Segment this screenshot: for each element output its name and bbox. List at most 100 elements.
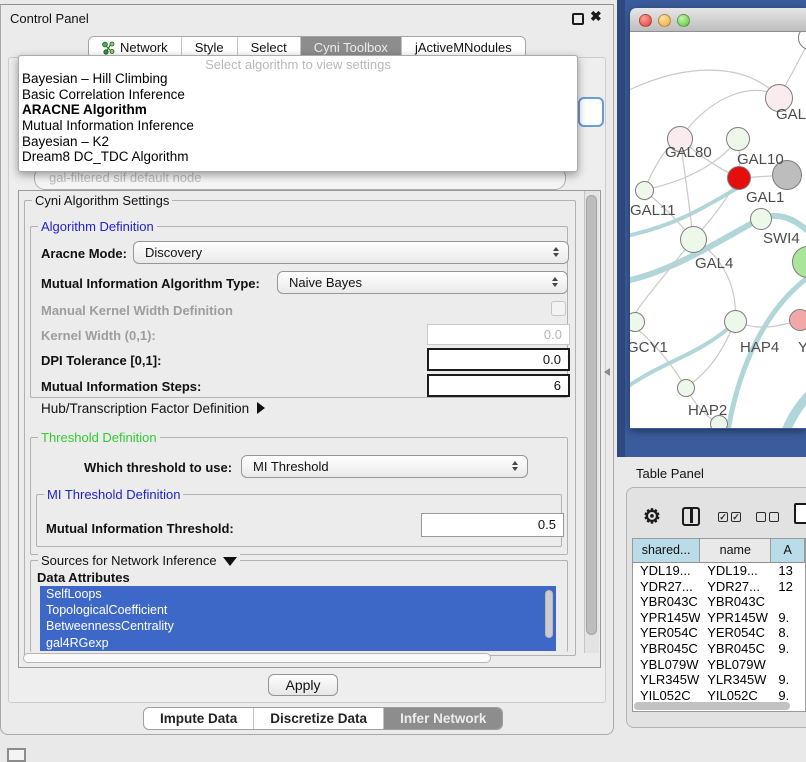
cell: YLR345W xyxy=(633,672,700,688)
cell xyxy=(771,657,805,673)
network-node-hap2[interactable] xyxy=(677,379,695,397)
mi-threshold-label: Mutual Information Threshold: xyxy=(46,521,234,536)
attribute-item[interactable]: SelfLoops xyxy=(40,586,556,602)
dropdown-item[interactable]: Dream8 DC_TDC Algorithm xyxy=(19,149,577,165)
network-node-hap4[interactable] xyxy=(724,310,747,333)
attribute-item[interactable]: BetweennessCentrality xyxy=(40,618,556,634)
tab-infer-network-label: Infer Network xyxy=(400,711,486,726)
gear-icon[interactable]: ⚙ xyxy=(643,504,661,529)
table-row[interactable]: YPR145WYPR145W9. xyxy=(633,610,805,626)
mi-threshold-field[interactable]: 0.5 xyxy=(421,513,564,537)
hub-section-toggle[interactable]: Hub/Transcription Factor Definition xyxy=(41,401,265,416)
document-icon[interactable] xyxy=(794,503,806,524)
table-row[interactable]: YER054CYER054C8. xyxy=(633,625,805,641)
columns-icon[interactable] xyxy=(682,507,700,526)
unchecked-checkbox-icon[interactable] xyxy=(769,512,779,522)
tab-impute-data-label: Impute Data xyxy=(160,711,237,726)
dropdown-item[interactable]: Basic Correlation Inference xyxy=(19,87,577,103)
mi-steps-field[interactable]: 6 xyxy=(427,374,570,397)
mi-type-combo[interactable]: Naive Bayes xyxy=(277,271,568,294)
tab-select-label: Select xyxy=(251,40,287,55)
tab-style-label: Style xyxy=(195,40,224,55)
zoom-traffic-light-icon[interactable] xyxy=(677,14,690,27)
unchecked-checkbox-icon[interactable] xyxy=(756,512,766,522)
dpi-tolerance-field[interactable]: 0.0 xyxy=(427,348,570,371)
tab-impute-data[interactable]: Impute Data xyxy=(144,708,254,729)
table-row[interactable]: YBR043CYBR043C xyxy=(633,594,805,610)
table-row[interactable]: YLR345WYLR345W9. xyxy=(633,672,805,688)
minimized-window-icon[interactable] xyxy=(7,748,26,762)
cell: YDR27... xyxy=(633,579,700,595)
cell: YPR145W xyxy=(700,610,771,626)
table-row[interactable]: YDL19...YDL19...13 xyxy=(633,563,805,579)
cell: YBR045C xyxy=(633,641,700,657)
network-node-gal4[interactable] xyxy=(680,226,707,253)
kernel-width-field[interactable]: 0.0 xyxy=(427,324,570,345)
cell: YBL079W xyxy=(700,657,771,673)
dropdown-item[interactable]: Mutual Information Inference xyxy=(19,118,577,134)
network-canvas[interactable]: GAL GAL80 GAL10 GAL1 GAL11 SWI4 GAL4 GCY… xyxy=(630,32,806,428)
cell: YBL079W xyxy=(633,657,700,673)
column-header-shared-name[interactable]: shared... xyxy=(633,539,700,562)
aracne-mode-combo[interactable]: Discovery xyxy=(133,241,569,264)
attribute-item[interactable]: gal4RGexp xyxy=(40,635,556,651)
float-window-icon[interactable] xyxy=(572,13,584,25)
panel-title: Control Panel xyxy=(10,11,89,26)
dropdown-item[interactable]: Bayesian – Hill Climbing xyxy=(19,71,577,87)
attribute-item[interactable]: TopologicalCoefficient xyxy=(40,602,556,618)
panel-sash-arrow-icon[interactable] xyxy=(604,368,610,376)
table-row[interactable]: YDR27...YDR27...12 xyxy=(633,579,805,595)
algorithm-definition-title: Algorithm Definition xyxy=(38,219,157,234)
tab-infer-network[interactable]: Infer Network xyxy=(384,708,502,729)
attributes-scrollbar-thumb[interactable] xyxy=(545,590,553,638)
node-label: GAL10 xyxy=(737,151,784,168)
network-node-gal10[interactable] xyxy=(726,127,750,151)
table-row[interactable]: YBL079WYBL079W xyxy=(633,657,805,673)
network-window-titlebar[interactable] xyxy=(630,8,806,32)
network-node-swi4[interactable] xyxy=(750,208,772,230)
algorithm-combo-fragment[interactable] xyxy=(578,97,604,127)
network-node-red[interactable] xyxy=(727,166,751,190)
settings-scrollbar-thumb[interactable] xyxy=(586,195,597,635)
table-row[interactable]: YBR045CYBR045C9. xyxy=(633,641,805,657)
manual-kernel-checkbox[interactable] xyxy=(551,301,566,316)
cell: 13 xyxy=(771,563,805,579)
cell: 12 xyxy=(771,579,805,595)
tab-network-label: Network xyxy=(120,40,168,55)
dropdown-item-selected[interactable]: ARACNE Algorithm xyxy=(19,102,577,118)
apply-button[interactable]: Apply xyxy=(268,674,338,696)
node-label: GAL4 xyxy=(695,255,733,272)
collapsed-arrow-icon xyxy=(257,402,265,414)
cell: YPR145W xyxy=(633,610,700,626)
table-row[interactable]: YIL052CYIL052C9. xyxy=(633,688,805,704)
spinner-arrows-icon xyxy=(553,247,559,257)
tab-discretize-data[interactable]: Discretize Data xyxy=(254,708,384,729)
sources-title-text: Sources for Network Inference xyxy=(41,553,217,568)
which-threshold-combo[interactable]: MI Threshold xyxy=(241,455,528,478)
sources-title: Sources for Network Inference xyxy=(38,553,240,568)
minimize-traffic-light-icon[interactable] xyxy=(658,14,671,27)
cell: YBR045C xyxy=(700,641,771,657)
settings-horizontal-scrollbar[interactable] xyxy=(23,653,491,663)
dropdown-placeholder: Select algorithm to view settings xyxy=(19,58,577,71)
cell: YIL052C xyxy=(700,688,771,704)
cell: YIL052C xyxy=(633,688,700,704)
checked-checkbox-icon[interactable]: ✓ xyxy=(718,512,728,522)
table-panel-title: Table Panel xyxy=(636,466,704,481)
column-header-partial[interactable]: A xyxy=(771,539,805,562)
table-horizontal-scrollbar[interactable] xyxy=(634,702,790,710)
data-attributes-list: SelfLoops TopologicalCoefficient Between… xyxy=(40,586,556,651)
aracne-mode-value: Discovery xyxy=(145,245,202,260)
close-icon[interactable]: ✖ xyxy=(590,8,602,25)
dropdown-item[interactable]: Bayesian – K2 xyxy=(19,134,577,150)
hub-section-label: Hub/Transcription Factor Definition xyxy=(41,401,249,416)
close-traffic-light-icon[interactable] xyxy=(639,14,652,27)
network-node[interactable] xyxy=(789,309,806,331)
manual-kernel-label: Manual Kernel Width Definition xyxy=(41,303,233,318)
column-header-name[interactable]: name xyxy=(700,539,771,562)
network-node-gal11[interactable] xyxy=(635,181,654,200)
checked-checkbox-icon[interactable]: ✓ xyxy=(731,512,741,522)
cell: 9. xyxy=(771,641,805,657)
cell xyxy=(771,594,805,610)
cell: YBR043C xyxy=(700,594,771,610)
